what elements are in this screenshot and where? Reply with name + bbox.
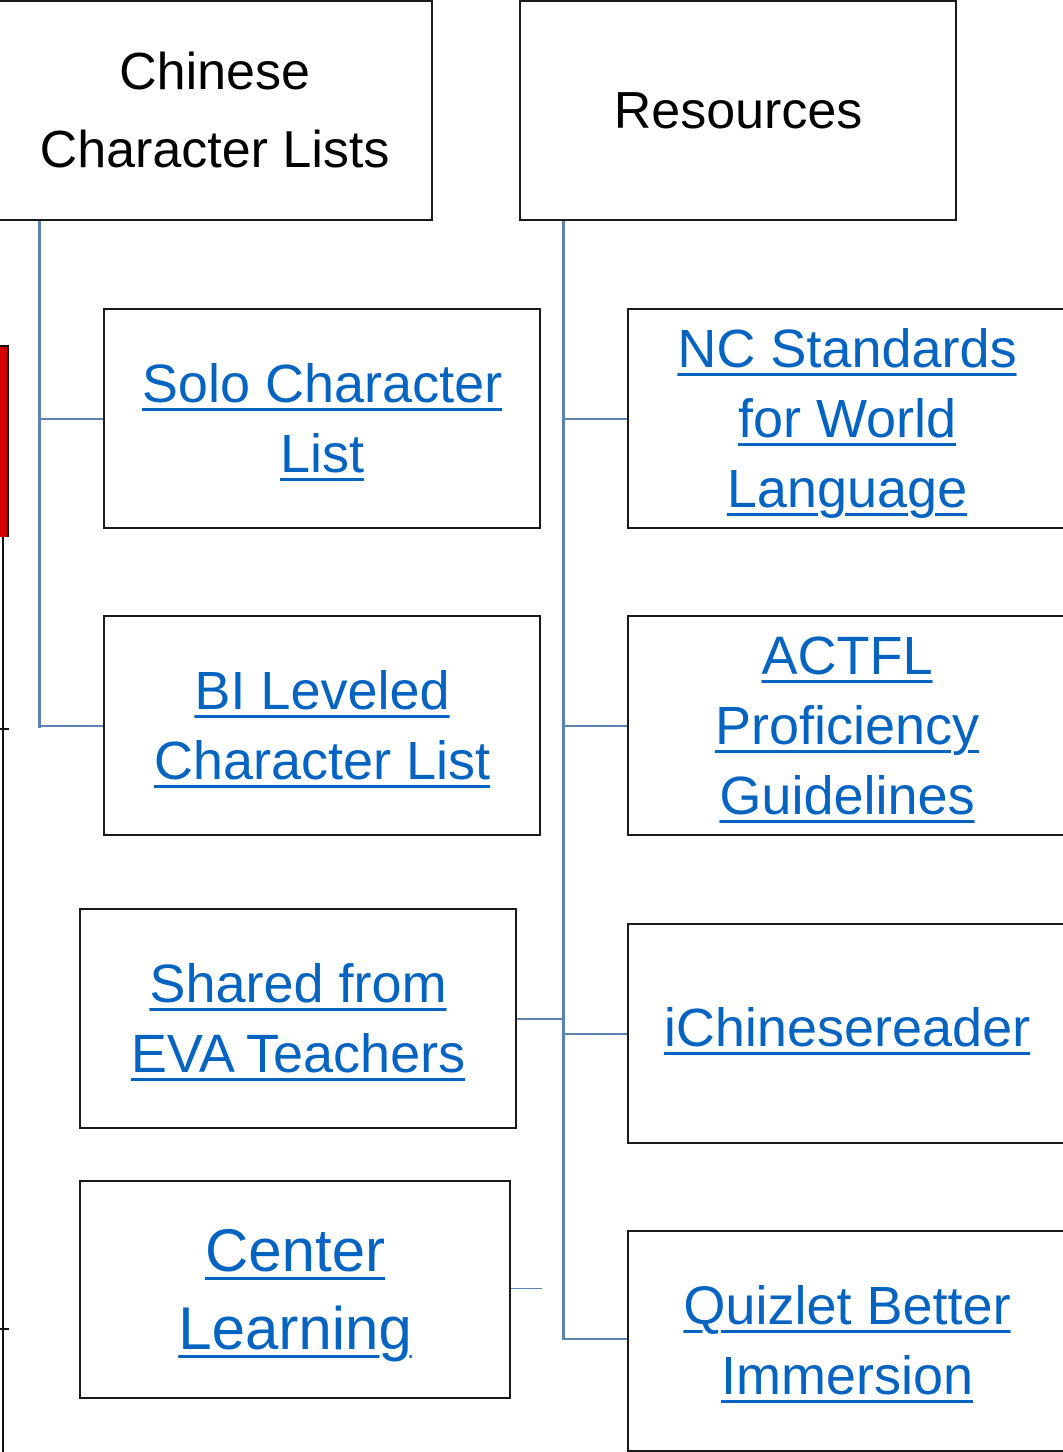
center-learning-box[interactable]: Center Learning <box>79 1180 511 1399</box>
actfl-proficiency-guidelines-box[interactable]: ACTFL Proficiency Guidelines <box>627 615 1063 836</box>
ichinesereader-link[interactable]: iChinesereader <box>664 993 1030 1063</box>
quizlet-better-immersion-box[interactable]: Quizlet Better Immersion <box>627 1230 1063 1452</box>
bi-leveled-character-list-box[interactable]: BI Leveled Character List <box>103 615 541 836</box>
left-edge-tick-2 <box>0 1328 9 1330</box>
shared-from-eva-teachers-box[interactable]: Shared from EVA Teachers <box>79 908 517 1129</box>
center-learning-link[interactable]: Center Learning <box>178 1212 412 1368</box>
connector-shared <box>516 1018 565 1020</box>
nc-standards-link[interactable]: NC Standards for World Language <box>677 314 1016 524</box>
nc-standards-box[interactable]: NC Standards for World Language <box>627 308 1063 529</box>
shared-from-eva-teachers-link[interactable]: Shared from EVA Teachers <box>131 949 465 1089</box>
solo-character-list-link[interactable]: Solo Character List <box>142 349 502 489</box>
ichinesereader-box[interactable]: iChinesereader <box>627 923 1063 1144</box>
connector-center-stub <box>510 1288 542 1289</box>
actfl-proficiency-guidelines-link[interactable]: ACTFL Proficiency Guidelines <box>715 621 979 831</box>
left-edge-border-right <box>7 345 9 537</box>
left-edge-line <box>2 537 4 1452</box>
connector-left-solo <box>38 418 104 420</box>
diagram-canvas: Chinese Character Lists Resources Solo C… <box>0 0 1063 1452</box>
connector-resources-ichinese <box>562 1033 628 1035</box>
bi-leveled-character-list-link[interactable]: BI Leveled Character List <box>154 656 490 796</box>
connector-resources-trunk <box>562 220 565 1340</box>
resources-label: Resources <box>613 81 863 140</box>
connector-left-trunk <box>38 220 41 728</box>
connector-resources-nc <box>562 418 628 420</box>
left-edge-tick-1 <box>0 728 9 730</box>
quizlet-better-immersion-link[interactable]: Quizlet Better Immersion <box>683 1271 1010 1411</box>
chinese-character-lists-header: Chinese Character Lists <box>0 0 433 221</box>
connector-resources-quizlet <box>562 1338 628 1340</box>
resources-header: Resources <box>519 0 957 221</box>
chinese-character-lists-label: Chinese Character Lists <box>39 42 390 179</box>
connector-resources-actfl <box>562 725 628 727</box>
connector-left-bi <box>38 725 104 727</box>
solo-character-list-box[interactable]: Solo Character List <box>103 308 541 529</box>
